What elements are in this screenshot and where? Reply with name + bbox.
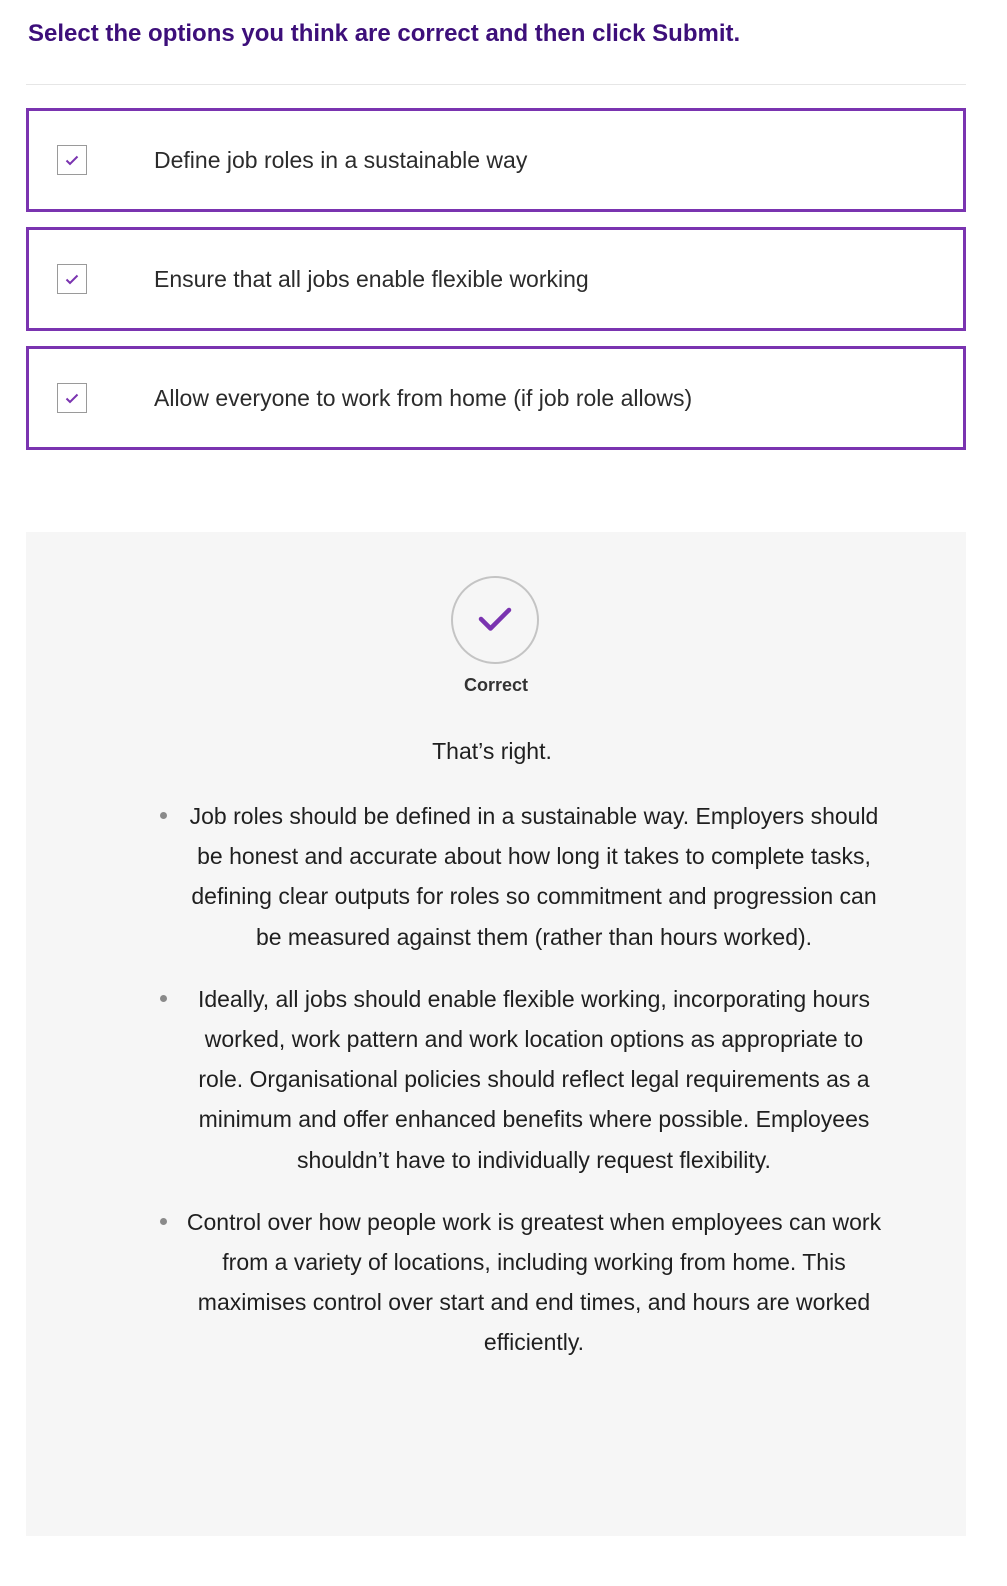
option-work-from-home[interactable]: Allow everyone to work from home (if job… [26, 346, 966, 450]
checkbox-checked-icon[interactable] [57, 145, 87, 175]
feedback-points: Job roles should be defined in a sustain… [154, 796, 884, 1385]
check-circle-icon [451, 576, 539, 664]
option-label: Define job roles in a sustainable way [154, 146, 528, 173]
result-status: Correct [463, 675, 529, 695]
feedback-heading: That’s right. [432, 738, 552, 764]
bullet-icon [160, 994, 167, 1002]
feedback-panel: Correct That’s right. Job roles should b… [26, 532, 966, 1536]
option-label: Allow everyone to work from home (if job… [154, 384, 693, 411]
option-flexible-working[interactable]: Ensure that all jobs enable flexible wor… [26, 227, 966, 331]
question-instruction: Select the options you think are correct… [28, 20, 741, 47]
bullet-icon [160, 1217, 167, 1225]
feedback-point-text: Ideally, all jobs should enable flexible… [197, 985, 871, 1173]
list-item: Job roles should be defined in a sustain… [160, 796, 884, 957]
divider [26, 84, 966, 85]
checkbox-checked-icon[interactable] [57, 264, 87, 294]
list-item: Ideally, all jobs should enable flexible… [160, 979, 884, 1180]
bullet-icon [160, 812, 167, 819]
options-list: Define job roles in a sustainable way En… [26, 108, 966, 465]
option-label: Ensure that all jobs enable flexible wor… [154, 265, 589, 292]
option-define-job-roles[interactable]: Define job roles in a sustainable way [26, 108, 966, 212]
feedback-point-text: Job roles should be defined in a sustain… [189, 803, 879, 950]
checkbox-checked-icon[interactable] [57, 383, 87, 413]
feedback-point-text: Control over how people work is greatest… [186, 1208, 882, 1356]
list-item: Control over how people work is greatest… [160, 1202, 884, 1363]
